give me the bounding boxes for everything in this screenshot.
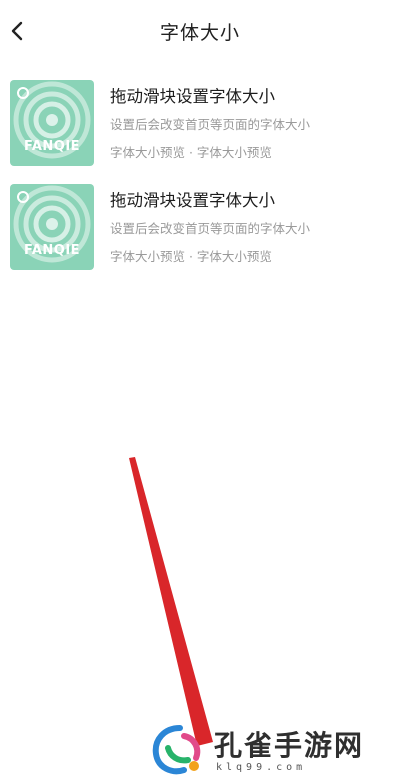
peacock-logo-icon <box>152 725 201 775</box>
annotation-arrow <box>129 457 213 746</box>
site-watermark: 孔雀手游网 klq99.com <box>150 722 390 776</box>
watermark-name: 孔雀手游网 <box>214 729 365 762</box>
watermark-domain: klq99.com <box>216 762 307 773</box>
